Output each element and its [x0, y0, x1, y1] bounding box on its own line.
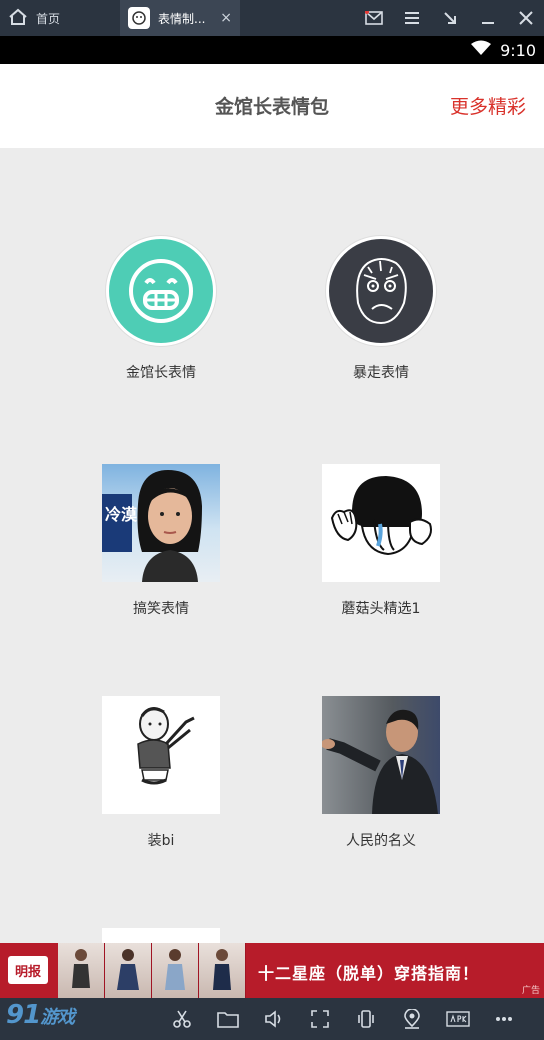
grid-item-zhuangbi[interactable]: 装bi [51, 696, 271, 850]
woman-photo: 冷漠 [102, 464, 220, 582]
sticker-pack-grid: 金馆长表情 暴走表情 冷漠 搞笑表情 蘑菇头精选1 装bi 人民的名义 [0, 148, 544, 943]
home-tab-label: 首页 [36, 11, 61, 26]
shrink-icon[interactable] [440, 8, 460, 28]
grid-item-mushroom[interactable]: 蘑菇头精选1 [271, 464, 491, 618]
grid-item-partial[interactable] [51, 928, 271, 943]
emulator-app-tab[interactable]: 表情制... × [120, 0, 240, 36]
grid-item-label: 金馆长表情 [126, 365, 196, 381]
grid-item-label: 暴走表情 [353, 365, 409, 381]
close-window-icon[interactable] [516, 8, 536, 28]
app-header: 金馆长表情包 更多精彩 [0, 64, 544, 148]
mushroom-head-meme [322, 464, 440, 582]
app-tab-label: 表情制... [158, 11, 206, 26]
home-icon [8, 8, 28, 29]
wifi-icon [470, 40, 492, 60]
grid-item-label: 装bi [147, 833, 175, 849]
emulator-toolbar [170, 1008, 516, 1030]
mail-icon[interactable] [364, 8, 384, 28]
ad-logo: 明报 [8, 956, 48, 984]
rage-face-icon [326, 236, 436, 346]
more-link[interactable]: 更多精彩 [450, 92, 526, 119]
minimize-icon[interactable] [478, 8, 498, 28]
scissors-icon[interactable] [170, 1008, 194, 1030]
partial-item-text: 冷漠 [105, 505, 138, 524]
shake-icon[interactable] [354, 1008, 378, 1030]
apk-install-icon[interactable] [446, 1008, 470, 1030]
grid-item-label: 搞笑表情 [133, 601, 189, 617]
fullscreen-icon[interactable] [308, 1008, 332, 1030]
grin-face-icon [106, 236, 216, 346]
emulator-title-bar: 首页 表情制... × [0, 0, 544, 36]
grid-item-renmin[interactable]: 人民的名义 [271, 696, 491, 850]
menu-icon[interactable] [402, 8, 422, 28]
emulator-bottom-bar: 91游戏 [0, 998, 544, 1040]
partial-thumbnail [102, 928, 220, 943]
volume-icon[interactable] [262, 1008, 286, 1030]
ad-models-image [58, 943, 246, 998]
grid-item-label: 人民的名义 [346, 833, 416, 849]
ad-headline: 十二星座（脱单）穿搭指南！ [258, 964, 480, 983]
man-in-suit-photo [322, 696, 440, 814]
grid-item-kim-face[interactable]: 金馆长表情 [51, 236, 271, 382]
android-status-bar: 9:10 [0, 36, 544, 64]
grid-item-rage-face[interactable]: 暴走表情 [271, 236, 491, 382]
folder-icon[interactable] [216, 1008, 240, 1030]
status-time: 9:10 [500, 40, 536, 60]
ad-banner[interactable]: 明报 十二星座（脱单）穿搭指南！ 广告 [0, 943, 544, 998]
more-icon[interactable] [492, 1008, 516, 1030]
location-icon[interactable] [400, 1008, 424, 1030]
window-controls [364, 6, 536, 30]
emulator-home-tab[interactable]: 首页 [8, 6, 98, 30]
grid-item-label: 蘑菇头精选1 [341, 601, 421, 617]
app-tab-icon [128, 7, 150, 29]
close-tab-icon[interactable]: × [220, 10, 232, 26]
posing-man-meme [102, 696, 220, 814]
ad-flag: 广告 [521, 986, 540, 996]
brand-watermark: 91游戏 [6, 1000, 75, 1030]
grid-item-funny[interactable]: 冷漠 搞笑表情 [51, 464, 271, 618]
